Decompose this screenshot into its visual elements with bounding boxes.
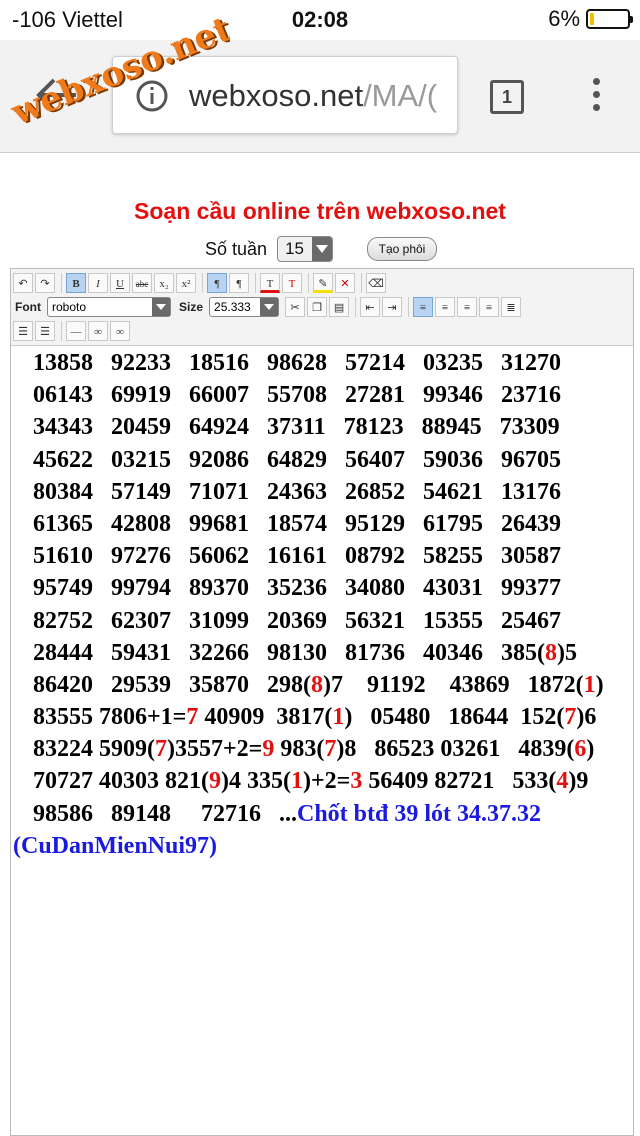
font-select[interactable]: roboto — [47, 297, 171, 317]
ordered-list-icon[interactable]: ☰ — [13, 321, 33, 341]
size-value: 25.333 — [214, 300, 251, 314]
highlight-icon[interactable]: ✎ — [313, 273, 333, 293]
content-line: 82752 62307 31099 20369 56321 15355 2546… — [33, 607, 561, 634]
undo-icon[interactable]: ↶ — [13, 273, 33, 293]
chevron-down-icon — [260, 298, 279, 316]
content-line: 45622 03215 92086 64829 56407 59036 9670… — [33, 446, 561, 473]
ltr-icon[interactable]: ¶ — [207, 273, 227, 293]
week-label: Số tuần — [205, 238, 268, 259]
content-line: 95749 99794 89370 35236 34080 43031 9937… — [33, 575, 561, 602]
content-line: 61365 42808 99681 18574 95129 61795 2643… — [33, 510, 561, 537]
overflow-menu-icon[interactable] — [590, 78, 602, 118]
page-title: Soạn cầu online trên webxoso.net — [134, 198, 506, 224]
content-line: 06143 69919 66007 55708 27281 99346 2371… — [33, 382, 561, 409]
link-icon[interactable]: ∞ — [88, 321, 108, 341]
number-rows: 13858 92233 18516 98628 57214 03235 3127… — [13, 347, 631, 637]
redo-icon[interactable]: ↷ — [35, 273, 55, 293]
cut-icon[interactable]: ✂ — [285, 297, 306, 317]
rtl-icon[interactable]: ¶ — [229, 273, 249, 293]
editor-content[interactable]: 13858 92233 18516 98628 57214 03235 3127… — [13, 347, 631, 862]
unlink-icon[interactable]: ∞ — [110, 321, 130, 341]
horizontal-rule-icon[interactable]: ― — [66, 321, 86, 341]
create-button[interactable]: Tạo phôi — [367, 237, 437, 261]
chevron-down-icon — [152, 298, 170, 316]
size-label: Size — [179, 300, 204, 314]
content-line-12: 83555 7806+1=7 40909 3817(1) 05480 18644… — [33, 704, 597, 731]
align-justify-icon[interactable]: ≡ — [479, 297, 500, 317]
outdent-icon[interactable]: ⇤ — [360, 297, 381, 317]
unordered-list-icon[interactable]: ☰ — [35, 321, 55, 341]
signature: (CuDanMienNui97) — [13, 832, 218, 859]
toolbar-row-3: ☰ ☰ ― ∞ ∞ — [13, 319, 132, 343]
rich-text-editor[interactable]: ↶ ↷ B I U abc x₂ x² ¶ ¶ T T ✎ ✕ ⌫ Font r… — [10, 268, 634, 1136]
font-label: Font — [15, 300, 41, 314]
editor-toolbar: ↶ ↷ B I U abc x₂ x² ¶ ¶ T T ✎ ✕ ⌫ Font r… — [11, 269, 633, 346]
indent-icon[interactable]: ⇥ — [382, 297, 403, 317]
bold-button[interactable]: B — [66, 273, 86, 293]
strikethrough-button[interactable]: abc — [132, 273, 152, 293]
content-line: 13858 92233 18516 98628 57214 03235 3127… — [33, 350, 561, 376]
text-color-icon[interactable]: T — [260, 273, 280, 293]
size-select[interactable]: 25.333 — [209, 297, 280, 317]
content-line-11: 86420 29539 35870 298(8)7 91192 43869 18… — [33, 671, 604, 698]
watermark-logo: webxoso.net — [6, 8, 230, 130]
remove-highlight-icon[interactable]: ✕ — [335, 273, 355, 293]
eraser-icon[interactable]: ⌫ — [366, 273, 386, 293]
align-right-icon[interactable]: ≡ — [457, 297, 478, 317]
chevron-down-icon — [312, 237, 333, 261]
week-select[interactable]: 15 — [277, 236, 334, 262]
content-line: 34343 20459 64924 37311 78123 88945 7330… — [33, 414, 560, 441]
content-line-10: 28444 59431 32266 98130 81736 40346 385(… — [33, 639, 577, 666]
content-line-14: 70727 40303 821(9)4 335(1)+2=3 56409 827… — [33, 768, 589, 795]
toolbar-row-2: Font roboto Size 25.333 ✂ ❐ ▤ ⇤ ⇥ ≡ ≡ ≡ … — [13, 295, 523, 319]
content-line-13: 83224 5909(7)3557+2=9 983(7)8 86523 0326… — [33, 736, 595, 763]
paste-icon[interactable]: ▤ — [329, 297, 350, 317]
watermark-area: webxoso.net — [0, 0, 230, 130]
content-line-15: 98586 89148 72716 ...Chốt btđ 39 lót 34.… — [33, 800, 542, 827]
underline-button[interactable]: U — [110, 273, 130, 293]
superscript-button[interactable]: x² — [176, 273, 196, 293]
align-center-icon[interactable]: ≡ — [435, 297, 456, 317]
align-full-icon[interactable]: ≣ — [501, 297, 522, 317]
battery-icon — [586, 9, 633, 29]
tab-switcher-icon[interactable]: 1 — [490, 80, 524, 114]
battery-status: 6% — [548, 6, 633, 32]
content-line: 80384 57149 71071 24363 26852 54621 1317… — [33, 478, 561, 505]
font-value: roboto — [52, 300, 87, 314]
remove-color-icon[interactable]: T — [282, 273, 302, 293]
align-left-icon[interactable]: ≡ — [413, 297, 434, 317]
subscript-button[interactable]: x₂ — [154, 273, 174, 293]
url-path: /MA/( — [363, 78, 438, 113]
copy-icon[interactable]: ❐ — [307, 297, 328, 317]
content-line: 51610 97276 56062 16161 08792 58255 3058… — [33, 543, 561, 570]
battery-percent: 6% — [548, 6, 580, 31]
italic-button[interactable]: I — [88, 273, 108, 293]
week-row: Số tuần 15 — [205, 235, 334, 263]
week-value: 15 — [285, 239, 304, 258]
toolbar-row-1: ↶ ↷ B I U abc x₂ x² ¶ ¶ T T ✎ ✕ ⌫ — [13, 271, 388, 295]
